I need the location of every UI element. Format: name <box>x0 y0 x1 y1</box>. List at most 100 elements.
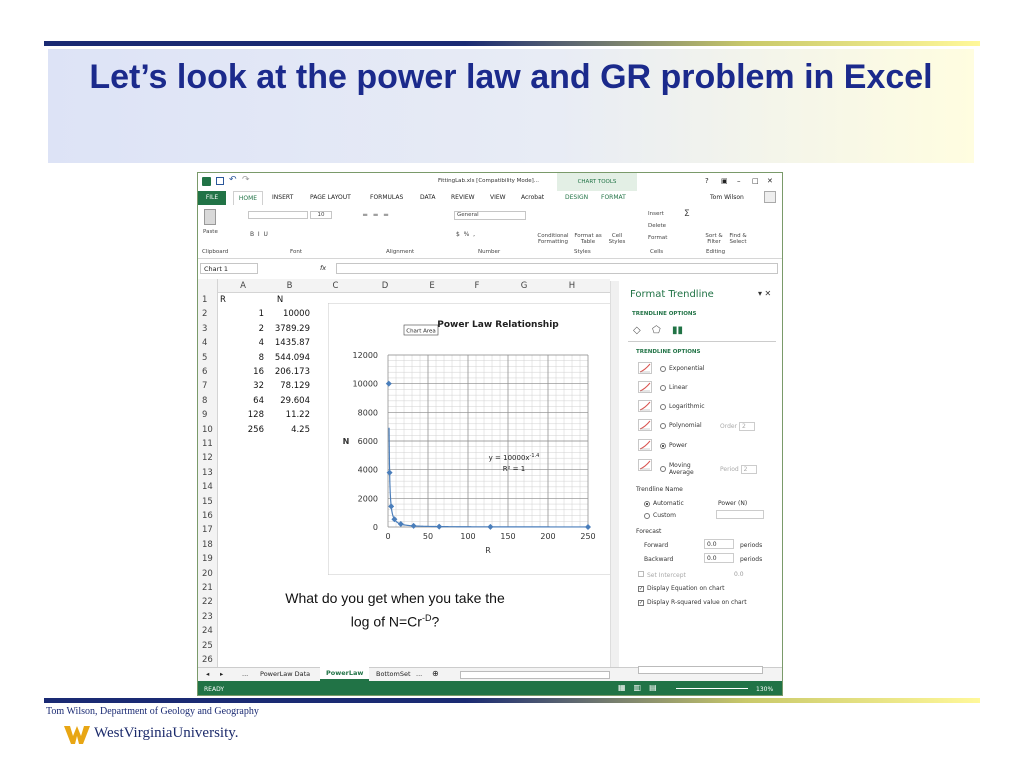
column-header-f[interactable]: F <box>454 279 500 293</box>
row-header[interactable]: 11 <box>198 437 218 451</box>
tab-design[interactable]: DESIGN <box>565 194 588 201</box>
user-name[interactable]: Tom Wilson <box>710 194 744 201</box>
sort-filter-button[interactable]: Sort & Filter <box>704 233 724 245</box>
table-cell[interactable]: 64 <box>218 394 264 408</box>
row-header[interactable]: 4 <box>198 336 218 350</box>
row-header[interactable]: 6 <box>198 365 218 379</box>
tab-formulas[interactable]: FORMULAS <box>370 194 403 201</box>
table-cell[interactable]: 11.22 <box>268 408 310 422</box>
row-header[interactable]: 12 <box>198 451 218 465</box>
redo-icon[interactable]: ↷ <box>242 175 250 185</box>
row-header[interactable]: 5 <box>198 351 218 365</box>
tab-data[interactable]: DATA <box>420 194 435 201</box>
row-header[interactable]: 20 <box>198 567 218 581</box>
moving-average-period[interactable]: Period 2 <box>720 465 757 474</box>
custom-radio[interactable]: Custom <box>644 512 676 519</box>
cell-styles-button[interactable]: Cell Styles <box>606 233 628 245</box>
undo-icon[interactable]: ↶ <box>229 175 237 185</box>
trend-option-power[interactable]: Power <box>660 442 687 449</box>
row-header[interactable]: 17 <box>198 523 218 537</box>
zoom-level[interactable]: 130% <box>756 686 773 693</box>
table-cell[interactable]: N <box>260 293 300 307</box>
set-intercept-checkbox[interactable]: Set Intercept <box>638 571 686 579</box>
tab-home[interactable]: HOME <box>233 191 263 205</box>
column-header-c[interactable]: C <box>311 279 360 293</box>
row-header[interactable]: 24 <box>198 624 218 638</box>
power-law-chart[interactable]: Chart AreaPower Law Relationship 0 50 100 15… <box>328 303 612 575</box>
trend-option-logarithmic[interactable]: Logarithmic <box>660 403 705 410</box>
table-cell[interactable]: 4.25 <box>268 423 310 437</box>
horizontal-scrollbar[interactable] <box>460 671 610 679</box>
font-format-icons[interactable]: B I U <box>250 231 268 238</box>
find-select-button[interactable]: Find & Select <box>726 233 750 245</box>
trend-option-moving-average[interactable]: Moving Average <box>660 462 699 476</box>
row-header[interactable]: 21 <box>198 581 218 595</box>
save-icon[interactable] <box>216 177 224 185</box>
view-icons[interactable]: ▦▥▤ <box>618 683 665 692</box>
automatic-radio[interactable]: Automatic <box>644 500 684 507</box>
column-header-a[interactable]: A <box>218 279 268 293</box>
name-box[interactable]: Chart 1 <box>200 263 258 274</box>
currency-icons[interactable]: $ % , <box>456 231 475 238</box>
trend-option-exponential[interactable]: Exponential <box>660 365 704 372</box>
number-format-box[interactable]: General <box>454 211 526 220</box>
sheet-tab-more-left[interactable]: ... <box>242 670 248 678</box>
row-header[interactable]: 13 <box>198 466 218 480</box>
row-header[interactable]: 22 <box>198 595 218 609</box>
format-button[interactable]: Format <box>648 235 667 241</box>
display-r2-checkbox[interactable]: ✓ Display R-squared value on chart <box>638 599 747 606</box>
custom-name-input[interactable] <box>716 510 764 519</box>
tab-scroll-right-icon[interactable]: ▸ <box>220 670 223 678</box>
format-as-table-button[interactable]: Format as Table <box>572 233 604 245</box>
delete-button[interactable]: Delete <box>648 223 666 229</box>
forward-input[interactable]: 0.0 <box>704 539 734 549</box>
row-header[interactable]: 3 <box>198 322 218 336</box>
display-equation-checkbox[interactable]: ✓ Display Equation on chart <box>638 585 724 592</box>
row-header[interactable]: 9 <box>198 408 218 422</box>
maximize-icon[interactable]: □ <box>752 177 759 185</box>
close-icon[interactable]: ✕ <box>767 177 773 185</box>
tab-insert[interactable]: INSERT <box>272 194 293 201</box>
font-name-box[interactable] <box>248 211 308 219</box>
row-header[interactable]: 15 <box>198 495 218 509</box>
column-header-b[interactable]: B <box>268 279 311 293</box>
sum-icon[interactable]: Σ <box>684 209 690 219</box>
table-cell[interactable]: 78.129 <box>268 379 310 393</box>
sheet-tab-more-right[interactable]: ... <box>416 670 422 678</box>
paste-icon[interactable] <box>204 209 216 225</box>
backward-input[interactable]: 0.0 <box>704 553 734 563</box>
row-header[interactable]: 14 <box>198 480 218 494</box>
alignment-icons[interactable]: ═ ═ ═ <box>363 211 390 219</box>
column-header-g[interactable]: G <box>500 279 548 293</box>
row-header[interactable]: 18 <box>198 538 218 552</box>
paste-button[interactable]: Paste <box>203 229 218 235</box>
tab-acrobat[interactable]: Acrobat <box>521 194 544 201</box>
sheet-tab-powerlaw[interactable]: PowerLaw <box>320 667 370 681</box>
tab-scroll-left-icon[interactable]: ◂ <box>206 670 209 678</box>
polynomial-order[interactable]: Order 2 <box>720 422 755 431</box>
insert-button[interactable]: Insert <box>648 211 664 217</box>
tab-review[interactable]: REVIEW <box>451 194 475 201</box>
intercept-value[interactable]: 0.0 <box>734 571 744 578</box>
ribbon-display-icon[interactable]: ▣ <box>721 177 728 185</box>
vertical-scrollbar[interactable] <box>610 281 619 667</box>
row-header[interactable]: 8 <box>198 394 218 408</box>
table-cell[interactable]: 16 <box>218 365 264 379</box>
trendline-options-tab[interactable]: TRENDLINE OPTIONS <box>632 311 696 317</box>
tab-file[interactable]: FILE <box>198 191 226 205</box>
close-icon[interactable]: ▾ ✕ <box>758 289 771 298</box>
trend-option-polynomial[interactable]: Polynomial <box>660 422 702 429</box>
row-header[interactable]: 19 <box>198 552 218 566</box>
conditional-formatting-button[interactable]: Conditional Formatting <box>534 233 572 245</box>
table-cell[interactable]: 1 <box>218 307 264 321</box>
tab-view[interactable]: VIEW <box>490 194 506 201</box>
row-header[interactable]: 23 <box>198 610 218 624</box>
font-size-box[interactable]: 10 <box>310 211 332 219</box>
table-cell[interactable]: 544.094 <box>268 351 310 365</box>
sheet-tab-powerlaw-data[interactable]: PowerLaw Data <box>260 670 310 678</box>
column-header-e[interactable]: E <box>410 279 454 293</box>
column-header-d[interactable]: D <box>360 279 410 293</box>
column-header-h[interactable]: H <box>548 279 596 293</box>
table-cell[interactable]: 128 <box>218 408 264 422</box>
row-header[interactable]: 1 <box>198 293 218 307</box>
